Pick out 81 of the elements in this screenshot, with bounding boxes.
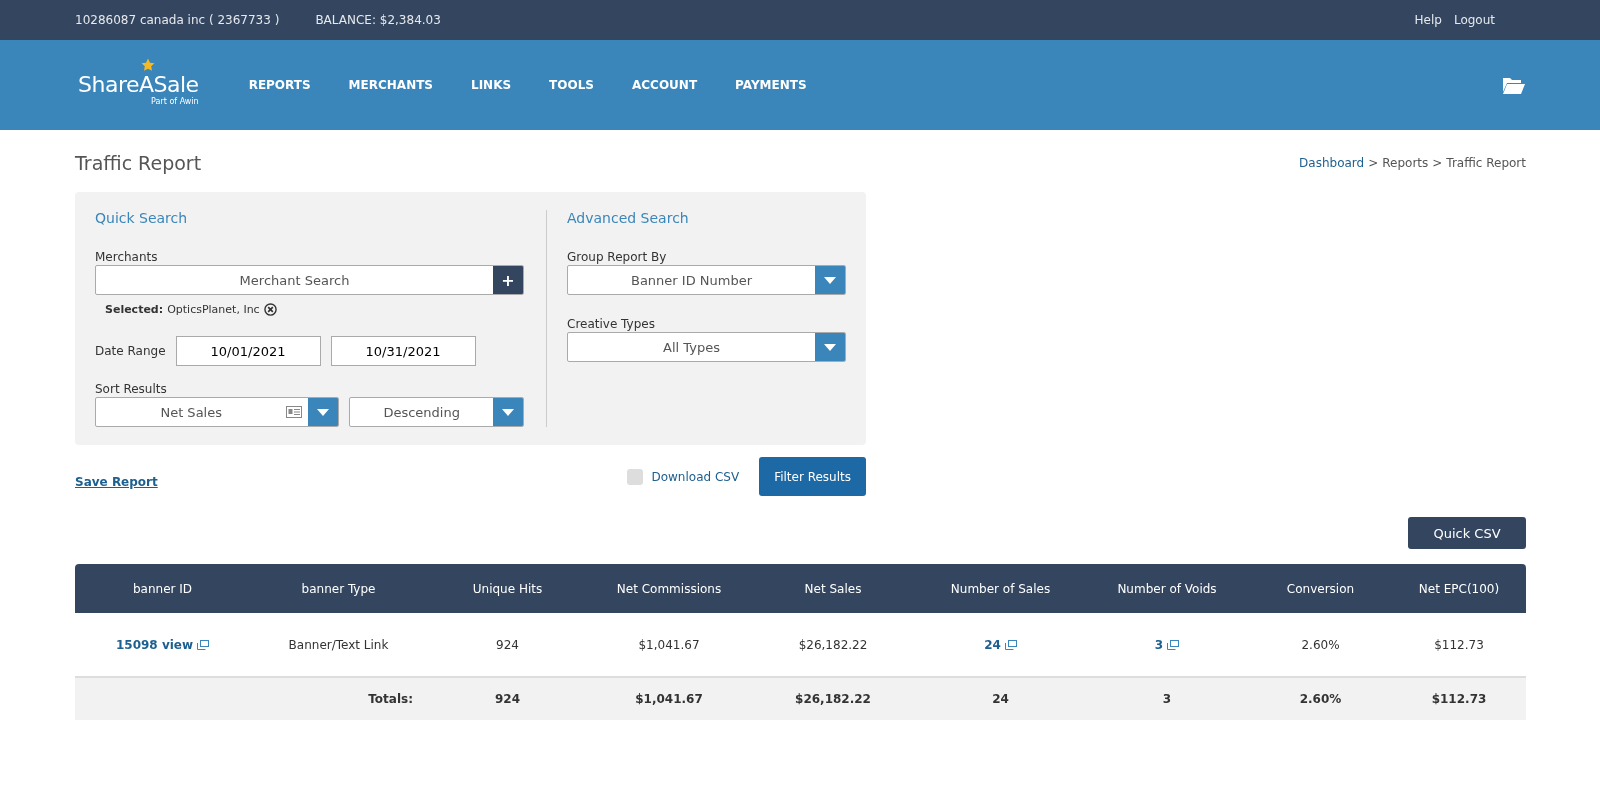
dropdown-button[interactable] [493,398,523,426]
section-title: Advanced Search [567,210,690,226]
folder-icon[interactable] [1503,76,1525,94]
save-report-link[interactable]: Save Report [75,474,158,489]
quick-csv-button[interactable]: Quick CSV [1408,517,1526,549]
column-header: Number of Voids [1116,581,1218,596]
checkbox-label: Download CSV [651,469,740,484]
column-header: Net EPC(100) [1417,581,1501,596]
popup-window-icon [1004,639,1017,650]
breadcrumb-link[interactable]: Dashboard [1299,156,1365,170]
nav-link[interactable]: LINKS [471,78,512,92]
section-title: Quick Search [95,210,189,226]
nav-link[interactable]: ACCOUNT [632,78,698,92]
breadcrumb-separator: > [1432,156,1443,170]
id-card-icon [286,406,303,418]
filter-results-button[interactable]: Filter Results [759,457,866,496]
creative-types-dropdown[interactable]: All Types [567,332,846,362]
total-cell-text: $1,041.67 [634,692,704,706]
balance-text: BALANCE: $2,384.03 [315,13,441,27]
table-cell-text: Banner/Text Link [287,637,390,652]
field-label: Creative Types [567,317,656,331]
caret-down-icon [824,343,836,351]
table-cell-text: $26,182.22 [797,637,869,652]
popup-window-icon [197,639,210,650]
field-label: Group Report By [567,250,668,264]
caret-down-icon [824,276,836,284]
column-header: Number of Sales [949,581,1052,596]
download-csv-checkbox[interactable] [627,468,644,485]
column-header: Conversion [1285,581,1356,596]
selected-merchant: OpticsPlanet, Inc [167,303,260,316]
table-cell-text: $112.73 [1433,637,1485,652]
logo-text[interactable]: ShareASale [78,72,199,97]
total-cell-text: 24 [991,692,1010,706]
column-header: Unique Hits [471,581,544,596]
table-cell-text: 2.60% [1300,637,1341,652]
dropdown-button[interactable] [815,333,845,361]
total-cell-text: 3 [1161,692,1173,706]
column-header: Net Commissions [615,581,723,596]
dropdown-button[interactable] [308,398,339,426]
breadcrumb-separator: > [1368,156,1379,170]
nav-link[interactable]: TOOLS [549,78,594,92]
total-cell-text: $26,182.22 [794,692,872,706]
caret-down-icon [317,408,330,416]
total-cell-text: $112.73 [1430,692,1488,706]
logo-tagline: Part of Awin [151,97,199,106]
table-cell-text: $1,041.67 [637,637,701,652]
total-cell-text: 2.60% [1298,692,1343,706]
selected-label: Selected: [105,303,164,316]
page-title: Traffic Report [75,152,202,174]
group-by-dropdown[interactable]: Banner ID Number [567,265,846,295]
table-cell-text: 924 [495,637,520,652]
table-link[interactable]: 24 [984,637,1017,652]
top-link[interactable]: Help [1414,13,1442,27]
breadcrumb-text: Reports [1382,156,1429,170]
field-label: Sort Results [95,382,168,396]
total-cell-text: 924 [493,692,522,706]
sort-order-dropdown[interactable]: Descending [349,397,524,427]
table-link[interactable]: 3 [1154,637,1180,652]
field-label: Merchants [95,250,159,264]
account-name: 10286087 canada inc ( 2367733 ) [75,13,280,27]
top-link[interactable]: Logout [1453,13,1495,27]
merchant-search-field[interactable]: Merchant Search + [95,265,524,295]
totals-label: Totals: [367,692,414,706]
caret-down-icon [502,408,514,416]
nav-link[interactable]: REPORTS [248,78,311,92]
star-icon [141,58,155,72]
breadcrumb-text: Traffic Report [1446,156,1526,170]
column-header: banner ID [131,581,194,596]
sort-by-dropdown[interactable]: Net Sales [95,397,340,427]
column-header: Net Sales [803,581,863,596]
add-button[interactable]: + [493,266,523,294]
field-label: Date Range [95,343,166,358]
nav-link[interactable]: MERCHANTS [348,78,433,92]
date-from-field[interactable]: 10/01/2021 [175,336,321,366]
table-link[interactable]: 15098 view [115,637,210,652]
date-to-field[interactable]: 10/31/2021 [330,336,476,366]
remove-icon[interactable] [263,303,277,316]
nav-link[interactable]: PAYMENTS [735,78,807,92]
popup-window-icon [1167,639,1180,650]
dropdown-button[interactable] [815,266,845,294]
column-header: banner Type [300,581,377,596]
